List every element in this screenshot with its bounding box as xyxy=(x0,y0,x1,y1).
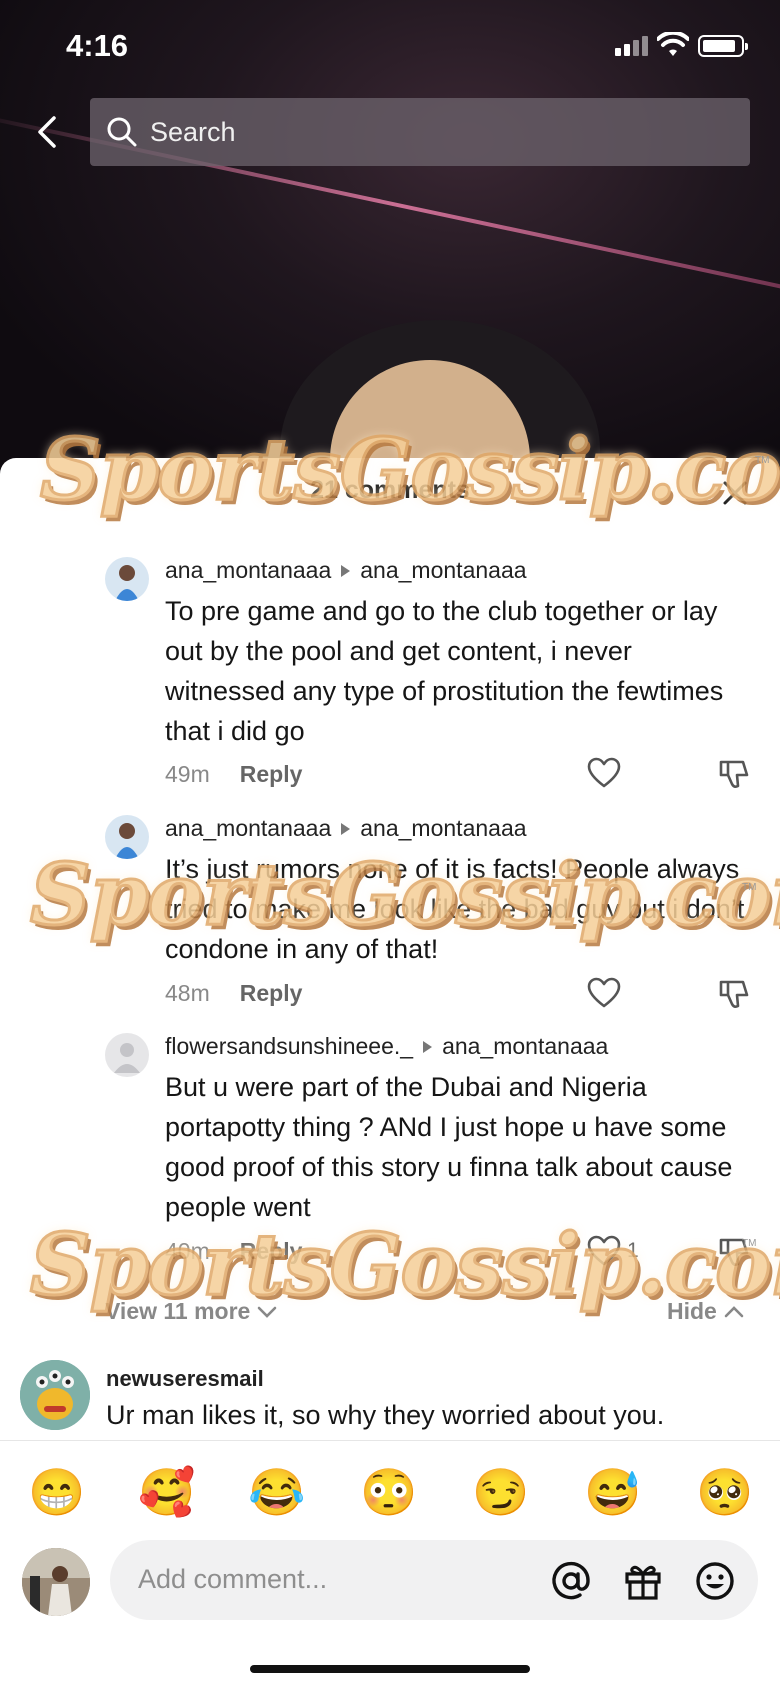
heart-icon[interactable] xyxy=(587,1235,621,1267)
hide-label: Hide xyxy=(667,1298,717,1324)
comments-count-title: 21 comments xyxy=(310,476,470,504)
chevron-up-icon xyxy=(724,1305,744,1317)
wifi-icon xyxy=(657,32,689,56)
comment-header: ana_montanaaa ana_montanaaa xyxy=(165,815,527,842)
quick-emoji-bar: 😁 🥰 😂 😳 😏 😅 🥺 xyxy=(0,1462,780,1522)
reply-arrow-icon xyxy=(423,1040,433,1053)
comment-username[interactable]: ana_montanaaa xyxy=(165,815,331,842)
home-indicator xyxy=(250,1665,530,1673)
avatar[interactable] xyxy=(105,815,149,859)
watermark-tm: TM xyxy=(742,1238,757,1249)
comment-username[interactable]: flowersandsunshineee._ xyxy=(165,1033,413,1060)
chevron-down-icon xyxy=(258,1306,277,1318)
emoji-pleading-button[interactable]: 🥺 xyxy=(696,1462,753,1522)
emoji-laugh-button[interactable]: 😂 xyxy=(248,1462,305,1522)
comment-reply: ana_montanaaa ana_montanaaa To pre game … xyxy=(105,557,755,797)
reply-to-username[interactable]: ana_montanaaa xyxy=(360,557,526,584)
divider xyxy=(0,1440,780,1441)
reply-arrow-icon xyxy=(341,564,351,577)
close-icon[interactable] xyxy=(718,476,752,510)
reply-to-username[interactable]: ana_montanaaa xyxy=(360,815,526,842)
mention-icon[interactable] xyxy=(550,1560,592,1602)
view-more-label: View 11 more xyxy=(105,1298,251,1324)
search-bar[interactable]: Search xyxy=(90,98,750,166)
comment-reply: ana_montanaaa ana_montanaaa It’s just ru… xyxy=(105,815,755,1015)
comment-header: ana_montanaaa ana_montanaaa xyxy=(165,557,527,584)
hide-replies-button[interactable]: Hide xyxy=(667,1298,745,1325)
watermark-tm: TM xyxy=(755,455,770,466)
comment-reply: flowersandsunshineee._ ana_montanaaa But… xyxy=(105,1033,755,1273)
emoji-icon[interactable] xyxy=(694,1560,736,1602)
reply-arrow-icon xyxy=(341,822,351,835)
add-comment-placeholder: Add comment... xyxy=(138,1564,328,1594)
comment-input-row: Add comment... xyxy=(0,1540,780,1620)
emoji-flushed-button[interactable]: 😳 xyxy=(360,1462,417,1522)
avatar[interactable] xyxy=(105,557,149,601)
emoji-hearts-button[interactable]: 🥰 xyxy=(138,1462,195,1522)
search-icon xyxy=(107,117,137,147)
heart-icon[interactable] xyxy=(587,977,621,1009)
comment-text: To pre game and go to the club together … xyxy=(165,596,724,746)
user-avatar[interactable] xyxy=(22,1548,90,1616)
emoji-smirk-button[interactable]: 😏 xyxy=(472,1462,529,1522)
comment-age: 48m xyxy=(165,980,210,1006)
comment-header: flowersandsunshineee._ ana_montanaaa xyxy=(165,1033,608,1060)
reply-button[interactable]: Reply xyxy=(240,761,303,788)
status-bar: 4:16 xyxy=(0,0,780,95)
search-placeholder: Search xyxy=(150,116,236,147)
status-time: 4:16 xyxy=(66,28,129,63)
dislike-icon[interactable] xyxy=(717,977,751,1011)
battery-icon xyxy=(698,35,748,57)
watermark-tm: TM xyxy=(742,882,757,893)
heart-icon[interactable] xyxy=(587,757,621,789)
back-arrow-icon[interactable] xyxy=(28,112,68,152)
reply-to-username[interactable]: ana_montanaaa xyxy=(442,1033,608,1060)
avatar[interactable] xyxy=(20,1360,90,1430)
reply-button[interactable]: Reply xyxy=(240,980,303,1007)
comment-text: Ur man likes it, so why they worried abo… xyxy=(106,1400,665,1430)
add-comment-input[interactable]: Add comment... xyxy=(110,1540,758,1620)
avatar[interactable] xyxy=(105,1033,149,1077)
comment-text: It’s just rumors none of it is facts! Pe… xyxy=(165,854,745,964)
comment-meta: 49m Reply xyxy=(165,761,302,788)
gift-icon[interactable] xyxy=(622,1560,664,1602)
comment-age: 49m xyxy=(165,761,210,787)
cellular-signal-icon xyxy=(615,36,648,56)
like-count: 1 xyxy=(627,1239,639,1262)
comment-age: 40m xyxy=(165,1238,210,1264)
comment-username[interactable]: ana_montanaaa xyxy=(165,557,331,584)
reply-button[interactable]: Reply xyxy=(240,1238,303,1265)
comment-username[interactable]: newuseresmail xyxy=(106,1366,264,1392)
comment-text: But u were part of the Dubai and Nigeria… xyxy=(165,1072,733,1222)
comment-meta: 40m Reply xyxy=(165,1238,302,1265)
emoji-sweat-smile-button[interactable]: 😅 xyxy=(584,1462,641,1522)
view-more-replies-button[interactable]: View 11 more xyxy=(105,1298,278,1325)
emoji-grin-button[interactable]: 😁 xyxy=(28,1462,85,1522)
dislike-icon[interactable] xyxy=(717,757,751,791)
comment-meta: 48m Reply xyxy=(165,980,302,1007)
